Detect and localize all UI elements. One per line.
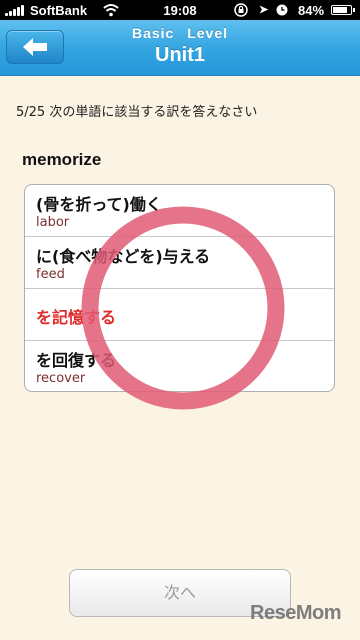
choice-english-word: recover	[36, 371, 86, 386]
choice-translation: に(食べ物などを)与える	[36, 247, 211, 266]
battery-icon	[331, 5, 355, 15]
choice-english-word: feed	[36, 267, 65, 282]
page-title: Unit1	[155, 44, 205, 66]
rotation-lock-icon	[234, 3, 248, 17]
resemom-logo: ReseMom	[250, 602, 341, 624]
alarm-clock-icon	[276, 4, 288, 16]
choice-translation: を記憶する	[36, 308, 117, 327]
choice-english-word: labor	[36, 215, 70, 230]
answer-choice-correct[interactable]: を記憶する	[25, 289, 334, 341]
location-icon: ➤	[259, 4, 269, 16]
choice-translation: を回復する	[36, 351, 117, 370]
status-bar: SoftBank 19:08 ➤ 84%	[0, 0, 360, 20]
answer-choice[interactable]: に(食べ物などを)与える feed	[25, 237, 334, 289]
level-label: Basic Level	[131, 25, 229, 41]
answer-choice-list: (骨を折って)働く labor に(食べ物などを)与える feed を記憶する …	[24, 184, 335, 392]
answer-choice[interactable]: (骨を折って)働く labor	[25, 185, 334, 237]
answer-choice[interactable]: を回復する recover	[25, 341, 334, 391]
choice-translation: (骨を折って)働く	[36, 195, 162, 214]
battery-percent: 84%	[298, 3, 325, 18]
question-instruction: 5/25 次の単語に該当する訳を答えなさい	[16, 105, 258, 120]
navigation-bar: Basic Level Unit1	[0, 20, 360, 76]
question-word: memorize	[22, 150, 102, 169]
